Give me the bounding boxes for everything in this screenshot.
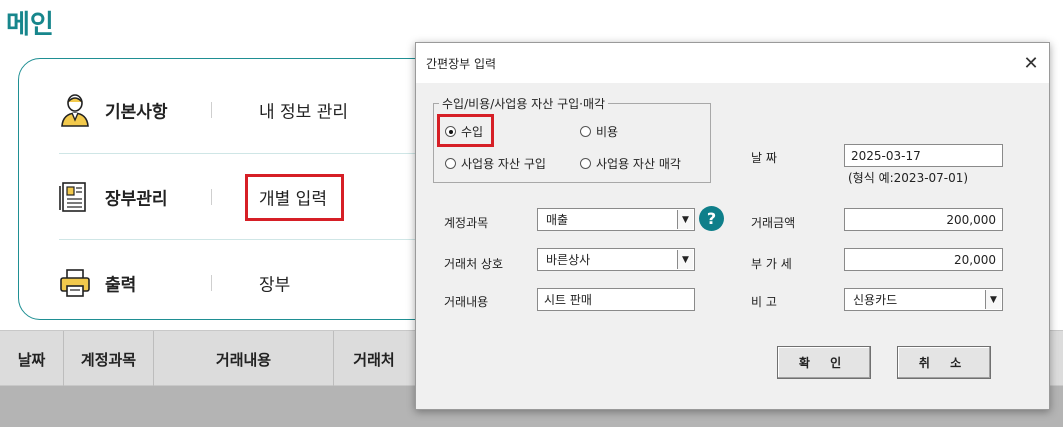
chevron-down-icon[interactable]: ▼ — [677, 250, 693, 269]
radio-asset-purchase[interactable]: 사업용 자산 구입 — [445, 155, 546, 172]
dialog-title: 간편장부 입력 — [426, 57, 497, 71]
radio-expense[interactable]: 비용 — [580, 123, 618, 140]
page-title: 메인 — [6, 10, 54, 40]
client-select-value: 바른상사 — [546, 253, 591, 267]
radio-circle — [580, 126, 591, 137]
content-input[interactable]: 시트 판매 — [537, 288, 695, 311]
chevron-down-icon[interactable]: ▼ — [985, 290, 1001, 309]
account-label: 계정과목 — [444, 216, 489, 230]
date-format-hint: (형식 예:2023-07-01) — [848, 171, 969, 185]
highlight-box — [245, 174, 344, 221]
menu-separator — [211, 102, 212, 118]
vat-input[interactable]: 20,000 — [844, 248, 1003, 271]
content-input-value: 시트 판매 — [544, 293, 592, 307]
radio-label: 사업용 자산 매각 — [596, 157, 681, 171]
note-select-value: 신용카드 — [853, 293, 898, 307]
radio-label: 비용 — [596, 125, 619, 139]
chevron-down-icon[interactable]: ▼ — [677, 210, 693, 229]
column-header-client[interactable]: 거래처 — [334, 331, 414, 387]
radio-circle — [580, 158, 591, 169]
menu-separator — [211, 189, 212, 205]
close-icon[interactable]: ✕ — [1019, 51, 1043, 75]
amount-input[interactable]: 200,000 — [844, 208, 1003, 231]
help-icon[interactable]: ? — [699, 206, 724, 231]
menu-label-basic: 기본사항 — [105, 102, 168, 123]
menu-label-print: 출력 — [105, 275, 137, 296]
account-select-value: 매출 — [546, 213, 569, 227]
radio-label: 사업용 자산 구입 — [461, 157, 546, 171]
radio-circle — [445, 158, 456, 169]
column-header-content[interactable]: 거래내용 — [154, 331, 334, 387]
date-label: 날 짜 — [751, 151, 777, 165]
menu-link-my-info[interactable]: 내 정보 관리 — [259, 98, 348, 123]
ledger-entry-dialog: 간편장부 입력 ✕ 수입/비용/사업용 자산 구입·매각 수입 비용 사업용 자… — [415, 42, 1050, 410]
column-header-date[interactable]: 날짜 — [0, 331, 64, 387]
client-label: 거래처 상호 — [444, 257, 504, 271]
date-input-value: 2025-03-17 — [851, 148, 921, 163]
note-label: 비 고 — [751, 295, 777, 309]
person-icon — [61, 94, 89, 127]
menu-separator — [211, 275, 212, 291]
dialog-titlebar[interactable]: 간편장부 입력 ✕ — [416, 43, 1049, 83]
vat-input-value: 20,000 — [954, 252, 996, 267]
menu-link-ledger-print[interactable]: 장부 — [259, 271, 290, 296]
vat-label: 부 가 세 — [751, 257, 792, 271]
ok-button[interactable]: 확 인 — [777, 346, 871, 379]
group-legend: 수입/비용/사업용 자산 구입·매각 — [439, 95, 609, 112]
date-input[interactable]: 2025-03-17 — [844, 144, 1003, 167]
menu-label-ledger: 장부관리 — [105, 189, 168, 210]
amount-input-value: 200,000 — [946, 212, 996, 227]
cancel-button[interactable]: 취 소 — [897, 346, 991, 379]
ledger-icon — [59, 182, 86, 212]
account-select[interactable]: 매출 ▼ — [537, 208, 695, 231]
client-select[interactable]: 바른상사 ▼ — [537, 248, 695, 271]
column-header-account[interactable]: 계정과목 — [64, 331, 154, 387]
radio-asset-sale[interactable]: 사업용 자산 매각 — [580, 155, 681, 172]
note-select[interactable]: 신용카드 ▼ — [844, 288, 1003, 311]
printer-icon — [60, 269, 90, 297]
content-label: 거래내용 — [444, 295, 489, 309]
amount-label: 거래금액 — [751, 216, 796, 230]
highlight-box — [437, 114, 494, 147]
